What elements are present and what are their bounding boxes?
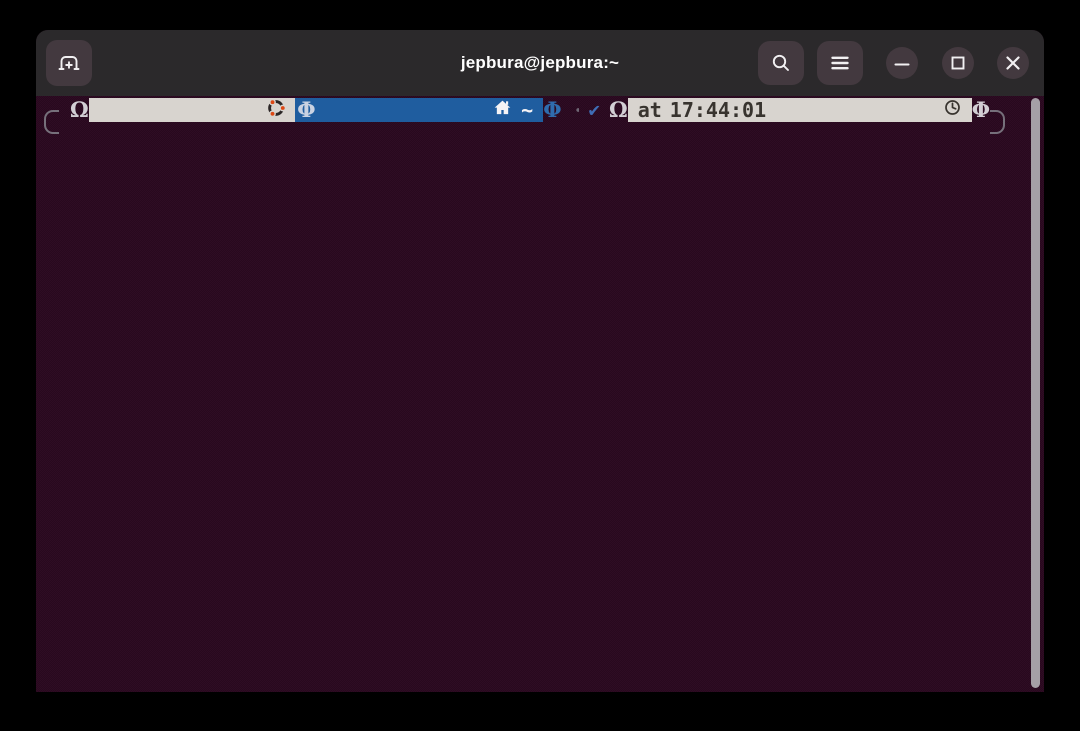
clock-icon xyxy=(774,74,962,146)
os-segment xyxy=(89,98,296,122)
new-tab-button[interactable] xyxy=(46,40,92,86)
exit-status-ok: ✔ xyxy=(589,98,600,122)
prompt-filler-dots xyxy=(572,98,579,122)
home-icon xyxy=(324,74,514,147)
right-segment-cap: Ω xyxy=(609,98,628,122)
powerline-separator: Φ xyxy=(297,98,315,122)
left-segment-cap: Ω xyxy=(70,98,89,122)
time-prefix: at xyxy=(638,98,662,122)
scrollbar-thumb[interactable] xyxy=(1031,98,1040,688)
ubuntu-logo-icon xyxy=(97,73,288,148)
new-tab-icon xyxy=(56,50,82,76)
directory-path: ~ xyxy=(521,98,533,122)
powerline-separator: Φ xyxy=(972,98,990,122)
powerline-separator: Φ xyxy=(543,98,561,122)
prompt-frame-left-bracket xyxy=(44,110,59,134)
time-segment: at 17:44:01 xyxy=(628,98,972,122)
desktop: jepbura@jepbura:~ xyxy=(0,0,1080,731)
hamburger-menu-icon xyxy=(828,51,852,75)
directory-segment: Φ ~ xyxy=(295,98,543,122)
close-icon xyxy=(997,47,1029,79)
search-icon xyxy=(769,51,793,75)
shell-prompt: Ω Φ xyxy=(36,96,1044,146)
terminal-content-area[interactable]: Ω Φ xyxy=(36,96,1044,692)
prompt-frame-right-bracket xyxy=(990,110,1005,134)
terminal-window: jepbura@jepbura:~ xyxy=(36,30,1044,692)
close-button[interactable] xyxy=(997,47,1029,79)
prompt-line-1: Ω Φ xyxy=(36,98,1044,122)
time-value: 17:44:01 xyxy=(670,98,766,122)
